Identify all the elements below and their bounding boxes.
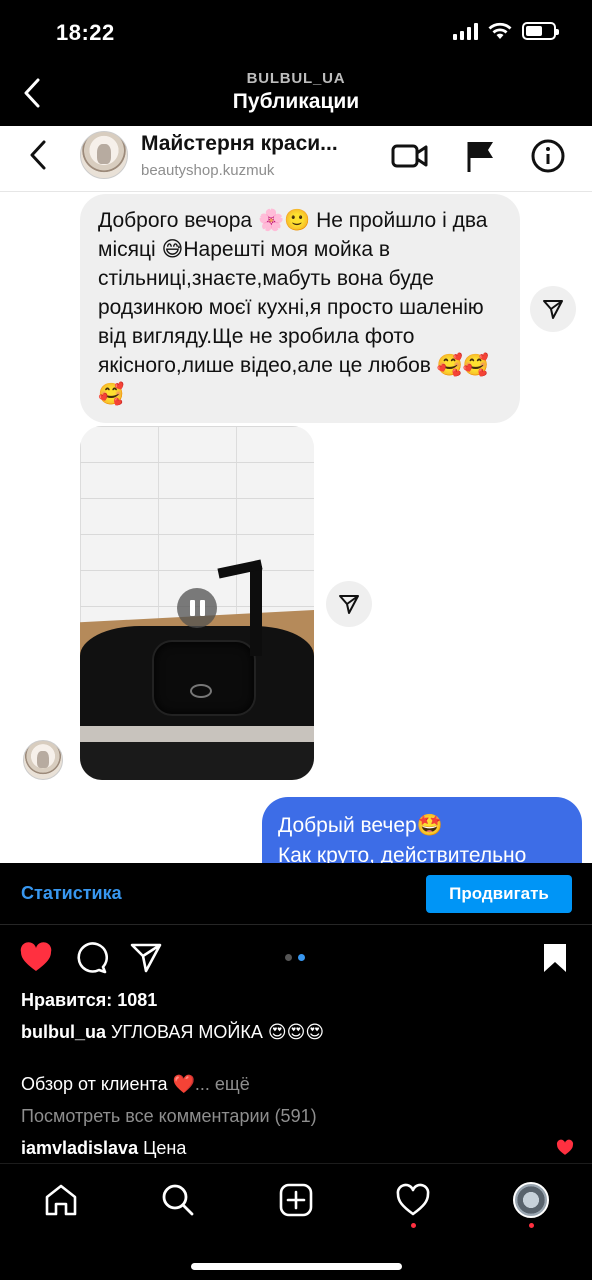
caption-username[interactable]: bulbul_ua xyxy=(21,1022,106,1042)
comment-preview: iamvladislava Цена xyxy=(21,1138,186,1159)
promote-button[interactable]: Продвигать xyxy=(426,875,572,913)
statistics-link[interactable]: Статистика xyxy=(21,883,122,904)
new-post-icon[interactable] xyxy=(278,1182,314,1218)
likes-count[interactable]: Нравится: 1081 xyxy=(21,990,157,1011)
sender-avatar xyxy=(23,740,63,780)
status-time: 18:22 xyxy=(56,20,115,45)
comment-icon[interactable] xyxy=(74,941,108,975)
chat-header: Майстерня краси... beautyshop.kuzmuk xyxy=(0,126,592,192)
wifi-icon xyxy=(488,22,512,39)
chevron-left-icon xyxy=(30,140,46,170)
home-indicator xyxy=(191,1263,402,1270)
comment-text: Цена xyxy=(138,1138,187,1158)
status-bar: 18:22 xyxy=(0,0,592,62)
outgoing-line-1: Добрый вечер🤩 xyxy=(278,814,443,837)
caption-text: УГЛОВАЯ МОЙКА 😍😍😍 xyxy=(106,1022,325,1042)
info-icon xyxy=(531,139,565,173)
caption-line-2: Обзор от клиента ❤️... ещё xyxy=(21,1074,250,1095)
share-video-button xyxy=(326,581,372,627)
comment-username[interactable]: iamvladislava xyxy=(21,1138,138,1158)
top-header: BULBUL_UA Публикации xyxy=(0,62,592,126)
comment-like-heart-icon[interactable] xyxy=(556,1139,574,1157)
outgoing-line-2: Как круто, действительно xyxy=(278,844,527,863)
search-icon[interactable] xyxy=(160,1182,196,1218)
post-footer: Статистика Продвигать Нравится: 1081 bul… xyxy=(0,863,592,1163)
insights-row: Статистика Продвигать xyxy=(0,863,592,925)
activity-heart-icon[interactable] xyxy=(395,1182,431,1218)
chat-username: beautyshop.kuzmuk xyxy=(141,162,275,179)
incoming-message: Доброго вечора 🌸🙂 Не пройшло і два місяц… xyxy=(80,194,520,423)
share-message-button xyxy=(530,286,576,332)
battery-icon xyxy=(522,22,559,40)
profile-notification-dot xyxy=(529,1223,534,1228)
caption-line-2-text: Обзор от клиента ❤️ xyxy=(21,1074,195,1094)
paper-plane-icon xyxy=(543,300,563,319)
post-caption: bulbul_ua УГЛОВАЯ МОЙКА 😍😍😍 xyxy=(21,1022,324,1043)
video-call-icon xyxy=(391,144,428,168)
page-title: Публикации xyxy=(232,90,360,113)
view-all-comments-link[interactable]: Посмотреть все комментарии (591) xyxy=(21,1106,317,1127)
activity-notification-dot xyxy=(411,1223,416,1228)
profile-avatar[interactable] xyxy=(513,1182,549,1218)
chat-avatar xyxy=(80,131,128,179)
post-media-chat-screenshot[interactable]: Майстерня краси... beautyshop.kuzmuk Доб… xyxy=(0,126,592,863)
chat-video-thumbnail xyxy=(80,426,314,780)
post-actions xyxy=(0,941,592,977)
account-name: BULBUL_UA xyxy=(246,70,346,87)
like-heart-icon[interactable] xyxy=(19,941,53,975)
bookmark-icon[interactable] xyxy=(538,941,572,975)
home-icon[interactable] xyxy=(43,1182,79,1218)
signal-icon xyxy=(453,22,478,40)
paper-plane-icon xyxy=(339,595,359,614)
outgoing-message: Добрый вечер🤩 Как круто, действительно xyxy=(262,797,582,863)
pause-icon xyxy=(177,588,217,628)
carousel-dots xyxy=(285,954,305,961)
flag-icon xyxy=(467,142,493,172)
more-link[interactable]: ... ещё xyxy=(195,1074,250,1094)
share-icon[interactable] xyxy=(129,941,163,975)
chat-name: Майстерня краси... xyxy=(141,132,338,155)
